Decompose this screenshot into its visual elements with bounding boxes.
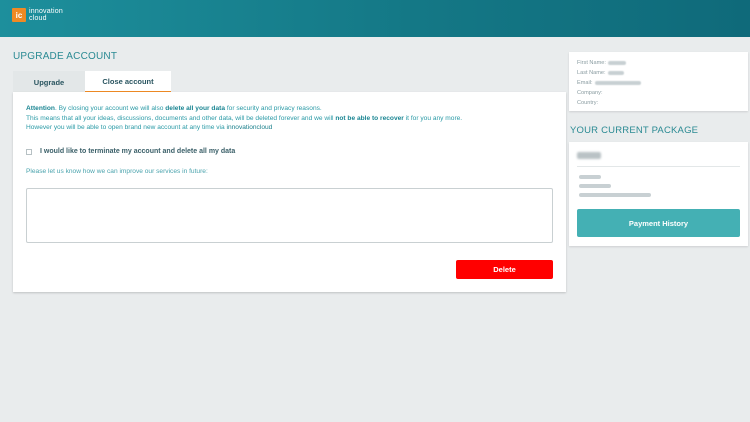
close-account-panel: Attention. By closing your account we wi… bbox=[13, 92, 566, 292]
profile-info-card: First Name: Last Name: Email: Company: C… bbox=[569, 52, 748, 111]
first-name-redacted bbox=[607, 60, 626, 65]
warning-text: This means that all your ideas, discussi… bbox=[26, 114, 336, 122]
logo-text: innovation cloud bbox=[29, 8, 63, 22]
terminate-checkbox-label[interactable]: I would like to terminate my account and… bbox=[40, 148, 235, 155]
package-detail-redacted bbox=[579, 184, 611, 188]
warning-bold-text: not be able to recover bbox=[335, 114, 404, 122]
last-name-redacted bbox=[607, 70, 624, 75]
feedback-textarea[interactable] bbox=[26, 188, 553, 243]
first-name-row: First Name: bbox=[577, 58, 740, 68]
account-tabs: Upgrade Close account bbox=[13, 71, 171, 93]
logo-text-line1: innovation bbox=[29, 8, 63, 15]
improve-prompt: Please let us know how we can improve ou… bbox=[26, 168, 208, 175]
attention-label: Attention bbox=[26, 105, 55, 112]
current-package-title: YOUR CURRENT PACKAGE bbox=[570, 125, 699, 136]
top-header: ic innovation cloud bbox=[0, 0, 750, 37]
current-package-card: Payment History bbox=[569, 142, 748, 246]
warning-bold-text: delete all your data bbox=[165, 105, 225, 112]
terminate-checkbox-row[interactable]: I would like to terminate my account and… bbox=[26, 148, 235, 155]
company-row: Company: bbox=[577, 88, 740, 98]
warning-text: . By closing your account we will also bbox=[54, 105, 166, 112]
close-account-warning: Attention. By closing your account we wi… bbox=[26, 104, 556, 133]
country-row: Country: bbox=[577, 98, 740, 108]
innovationcloud-logo[interactable]: ic innovation cloud bbox=[12, 8, 63, 22]
package-name-redacted bbox=[577, 152, 601, 159]
terminate-checkbox[interactable] bbox=[26, 148, 32, 155]
email-redacted bbox=[594, 80, 641, 85]
last-name-row: Last Name: bbox=[577, 68, 740, 78]
delete-button[interactable]: Delete bbox=[456, 260, 553, 279]
country-label: Country: bbox=[577, 100, 599, 106]
payment-history-button[interactable]: Payment History bbox=[577, 209, 740, 237]
email-label: Email: bbox=[577, 80, 593, 86]
tab-upgrade[interactable]: Upgrade bbox=[13, 71, 85, 93]
package-divider bbox=[577, 166, 740, 167]
warning-text: for security and privacy reasons. bbox=[224, 105, 322, 112]
warning-text: it for you any more. bbox=[403, 114, 463, 122]
last-name-label: Last Name: bbox=[577, 70, 606, 76]
package-detail-redacted bbox=[579, 193, 651, 197]
brand-link[interactable]: innovationcloud bbox=[227, 124, 273, 131]
logo-badge-icon: ic bbox=[12, 8, 26, 22]
logo-text-line2: cloud bbox=[29, 15, 47, 22]
first-name-label: First Name: bbox=[577, 60, 606, 66]
warning-text: However you will be able to open brand n… bbox=[26, 124, 227, 131]
tab-close-account[interactable]: Close account bbox=[85, 71, 171, 93]
company-label: Company: bbox=[577, 90, 603, 96]
package-detail-redacted bbox=[579, 175, 601, 179]
page-title: UPGRADE ACCOUNT bbox=[13, 51, 118, 62]
email-row: Email: bbox=[577, 78, 740, 88]
